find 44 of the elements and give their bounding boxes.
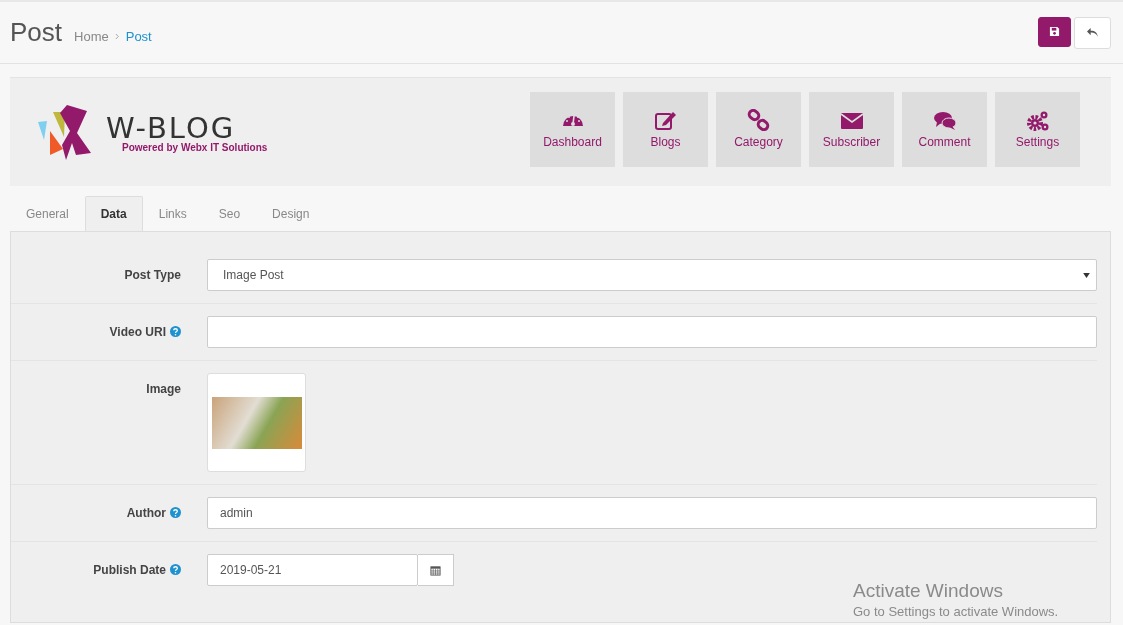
calendar-button[interactable]	[418, 554, 454, 586]
chevron-icon	[114, 33, 120, 40]
back-arrow-icon	[1086, 27, 1099, 38]
tab[interactable]: Links	[142, 196, 203, 231]
nav-tile[interactable]: Subscriber	[809, 91, 894, 167]
tile-label: Category	[734, 135, 783, 149]
save-button[interactable]	[1038, 16, 1071, 47]
page-title: Post	[10, 17, 63, 48]
activation-notice-text: Go to Settings to activate Windows.	[853, 604, 1059, 619]
logo-tagline: Powered by Webx IT Solutions	[122, 141, 268, 153]
field-label: Image	[146, 382, 181, 396]
tab[interactable]: Design	[256, 196, 326, 231]
date-field[interactable]: 2019-05-21	[207, 554, 418, 586]
nav-tile[interactable]: Blogs	[623, 91, 708, 167]
gears-icon	[1025, 109, 1050, 131]
field-label: Publish Date	[93, 563, 166, 577]
tile-label: Dashboard	[543, 135, 602, 149]
field-label: Video URI	[109, 325, 166, 339]
select-field[interactable]: Image Post	[207, 259, 1097, 291]
nav-tile[interactable]: Category	[716, 91, 801, 167]
dropdown-caret-icon	[1083, 272, 1090, 278]
tab[interactable]: Data	[84, 196, 143, 231]
chain-link-icon	[746, 109, 771, 131]
edit-icon	[653, 109, 678, 131]
tile-label: Subscriber	[822, 135, 881, 149]
text-field[interactable]	[207, 316, 1097, 348]
field-label: Author	[126, 506, 166, 520]
tab[interactable]: General	[10, 196, 85, 231]
tile-label: Settings	[1015, 135, 1060, 149]
speech-bubbles-icon	[932, 109, 957, 131]
nav-tile[interactable]: Comment	[902, 91, 987, 167]
calendar-icon	[430, 564, 441, 576]
text-field[interactable]: admin	[207, 497, 1097, 529]
tile-label: Blogs	[650, 135, 681, 149]
nav-tile[interactable]: Settings	[995, 91, 1080, 167]
breadcrumb-link[interactable]: Post	[125, 29, 152, 44]
image-thumbnail[interactable]	[207, 373, 306, 472]
nav-tile[interactable]: Dashboard	[530, 91, 615, 167]
breadcrumb-link[interactable]: Home	[74, 29, 109, 44]
logo-wordmark: W-BLOG	[106, 113, 236, 142]
tab[interactable]: Seo	[202, 196, 257, 231]
field-label: Post Type	[124, 268, 181, 282]
activation-notice-title: Activate Windows	[853, 580, 1004, 602]
tile-label: Comment	[918, 135, 971, 149]
